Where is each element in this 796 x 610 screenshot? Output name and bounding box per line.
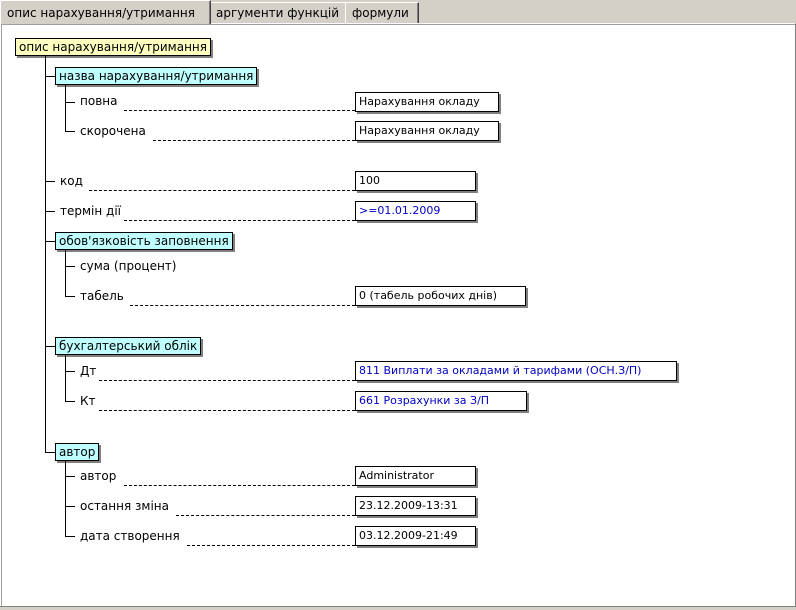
credit-label: Кт	[80, 394, 96, 408]
tree-branch	[65, 371, 75, 372]
debit-label: Дт	[80, 364, 97, 378]
tree-branch	[65, 102, 75, 103]
author-label: автор	[80, 469, 117, 483]
code-label: код	[60, 174, 83, 188]
leader-line	[89, 190, 355, 191]
tree-branch	[65, 296, 75, 297]
tree-panel: опис нарахування/утримання назва нарахув…	[0, 23, 796, 609]
leader-line	[99, 380, 355, 381]
last-change-field[interactable]: 23.12.2009-13:31	[355, 496, 476, 516]
tree-trunk-line	[45, 56, 46, 453]
tree-branch	[65, 85, 66, 131]
short-name-field[interactable]: Нарахування окладу	[355, 121, 499, 141]
tab-function-arguments[interactable]: аргументи функцій	[209, 2, 347, 23]
leader-line	[176, 515, 355, 516]
debit-field[interactable]: 811 Виплати за окладами й тарифами (ОСН.…	[355, 361, 677, 381]
tree-branch	[45, 181, 55, 182]
code-field[interactable]: 100	[355, 171, 476, 191]
full-name-label: повна	[80, 94, 118, 108]
leader-line	[99, 410, 355, 411]
created-label: дата створення	[80, 529, 180, 543]
term-label: термін дії	[60, 204, 122, 218]
tree-branch	[45, 211, 55, 212]
leader-line	[153, 140, 355, 141]
short-name-label: скорочена	[80, 124, 146, 138]
leader-line	[124, 485, 355, 486]
group-required[interactable]: обов'язковість заповнення	[55, 232, 233, 250]
tree-branch	[65, 131, 75, 132]
created-field[interactable]: 03.12.2009-21:49	[355, 526, 476, 546]
timesheet-field[interactable]: 0 (табель робочих днів)	[355, 286, 526, 306]
term-field[interactable]: >=01.01.2009	[355, 201, 476, 221]
tab-formulas[interactable]: формули	[345, 2, 419, 23]
tree-branch	[65, 355, 66, 401]
tree-branch	[65, 461, 66, 537]
tree-branch	[45, 241, 55, 242]
tree-branch	[65, 266, 75, 267]
tab-description[interactable]: опис нарахування/утримання	[0, 0, 211, 24]
tree-branch	[65, 536, 75, 537]
full-name-field[interactable]: Нарахування окладу	[355, 92, 499, 112]
bottom-border	[0, 606, 796, 610]
group-author[interactable]: автор	[55, 443, 100, 461]
group-name[interactable]: назва нарахування/утримання	[55, 67, 258, 85]
tree-branch	[45, 76, 55, 77]
timesheet-label: табель	[80, 289, 124, 303]
tree-branch	[45, 346, 55, 347]
tree-branch	[65, 476, 75, 477]
tree-branch	[65, 506, 75, 507]
leader-line	[130, 305, 355, 306]
sum-label: сума (процент)	[80, 259, 177, 273]
leader-line	[124, 110, 355, 111]
group-accounting[interactable]: бухгалтерський облік	[55, 337, 202, 355]
credit-field[interactable]: 661 Розрахунки за З/П	[355, 391, 527, 411]
last-change-label: остання зміна	[80, 499, 169, 513]
tab-bar: опис нарахування/утримання аргументи фун…	[0, 0, 796, 24]
tree-branch	[65, 250, 66, 296]
tree-branch	[45, 452, 55, 453]
tree-branch	[65, 401, 75, 402]
author-field[interactable]: Administrator	[355, 466, 476, 486]
leader-line	[187, 545, 355, 546]
leader-line	[124, 220, 355, 221]
tree-root-node[interactable]: опис нарахування/утримання	[15, 38, 211, 56]
